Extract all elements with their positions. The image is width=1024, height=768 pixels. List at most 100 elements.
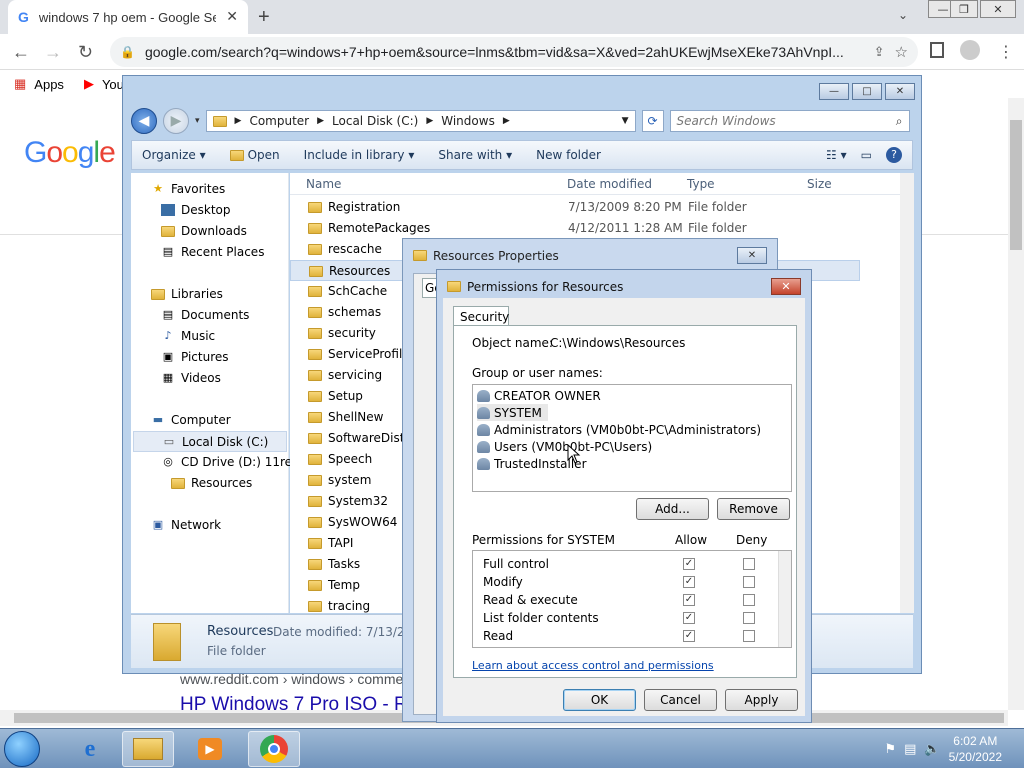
include-in-library-button[interactable]: Include in library ▾ (304, 148, 415, 162)
properties-close-button[interactable]: ✕ (737, 247, 767, 264)
profile-avatar[interactable] (960, 40, 980, 60)
close-tab-icon[interactable]: ✕ (226, 9, 238, 25)
menu-icon[interactable]: ⋮ (998, 42, 1014, 61)
deny-checkbox[interactable] (743, 594, 755, 606)
share-with-button[interactable]: Share with ▾ (438, 148, 512, 162)
deny-checkbox[interactable] (743, 612, 755, 624)
permissions-close-button[interactable]: ✕ (771, 278, 801, 295)
user-list-item[interactable]: Administrators (VM0b0bt-PC\Administrator… (477, 421, 767, 438)
network-tray-icon[interactable]: ▤ (904, 742, 916, 757)
taskbar-media[interactable]: ▶ (184, 731, 236, 767)
file-row[interactable]: RemotePackages 4/12/2011 1:28 AM File fold… (290, 218, 880, 239)
explorer-minimize-button[interactable]: — (819, 83, 849, 100)
crumb-computer[interactable]: Computer (249, 114, 309, 128)
deny-checkbox[interactable] (743, 630, 755, 642)
explorer-back-button[interactable]: ◀ (131, 108, 157, 134)
nav-local-disk[interactable]: ▭ Local Disk (C:) (133, 431, 287, 452)
file-name: Registration (308, 200, 400, 214)
deny-checkbox[interactable] (743, 576, 755, 588)
user-group-icon (477, 440, 490, 453)
allow-checkbox[interactable]: ✓ (683, 630, 695, 642)
address-dropdown-icon[interactable]: ▼ (622, 116, 629, 126)
action-center-flag-icon[interactable]: ⚑ (884, 742, 896, 757)
properties-title: Resources Properties (433, 249, 559, 263)
taskbar-ie[interactable]: e (64, 731, 116, 767)
file-name: servicing (308, 368, 382, 382)
restore-button[interactable]: ❐ (950, 0, 978, 18)
search-icon[interactable]: ⌕ (896, 114, 903, 129)
nav-pictures[interactable]: ▣ Pictures (161, 350, 229, 364)
organize-button[interactable]: Organize ▾ (142, 148, 206, 162)
nav-libraries[interactable]: Libraries (151, 287, 223, 301)
column-name[interactable]: Name (306, 177, 341, 191)
nav-network[interactable]: ▣ Network (151, 518, 221, 532)
nav-computer[interactable]: ▬ Computer (151, 413, 231, 427)
crumb-windows[interactable]: Windows (441, 114, 495, 128)
nav-music[interactable]: ♪ Music (161, 329, 215, 343)
nav-favorites[interactable]: ★ Favorites (151, 182, 225, 196)
nav-desktop[interactable]: Desktop (161, 203, 231, 217)
bookmark-youtube[interactable]: You (102, 77, 124, 92)
preview-pane-icon[interactable]: ▭ (861, 148, 872, 162)
nav-cd-drive[interactable]: ◎ CD Drive (D:) 11res (161, 455, 298, 469)
recent-pages-icon[interactable]: ▾ (195, 116, 200, 126)
add-button[interactable]: Add... (636, 498, 709, 520)
tab-security[interactable]: Security (453, 306, 509, 326)
explorer-maximize-button[interactable]: □ (852, 83, 882, 100)
apply-button[interactable]: Apply (725, 689, 798, 711)
desktop-icon (161, 204, 175, 216)
explorer-address-bar[interactable]: ▶ Computer ▶ Local Disk (C:) ▶ Windows ▶… (205, 110, 636, 132)
learn-more-link[interactable]: Learn about access control and permissio… (472, 659, 714, 672)
nav-documents[interactable]: ▤ Documents (161, 308, 250, 322)
close-window-button[interactable]: ✕ (980, 0, 1016, 18)
nav-downloads[interactable]: Downloads (161, 224, 247, 238)
permissions-for-label: Permissions for SYSTEM (472, 533, 615, 547)
volume-icon[interactable]: 🔈 (924, 742, 940, 757)
column-type[interactable]: Type (687, 177, 715, 191)
user-list-item[interactable]: SYSTEM (477, 404, 548, 421)
share-icon[interactable]: ⇪ (874, 45, 885, 60)
explorer-forward-button[interactable]: ▶ (163, 108, 189, 134)
page-scroll-thumb[interactable] (1010, 120, 1022, 250)
column-size[interactable]: Size (807, 177, 832, 191)
user-list-item[interactable]: CREATOR OWNER (477, 387, 607, 404)
view-options-icon[interactable]: ☷ ▾ (826, 148, 847, 162)
start-button[interactable] (4, 731, 40, 767)
tab-search-icon[interactable]: ⌄ (898, 8, 908, 22)
taskbar-chrome[interactable] (248, 731, 300, 767)
allow-checkbox[interactable]: ✓ (683, 612, 695, 624)
refresh-icon[interactable]: ⟳ (641, 110, 664, 132)
nav-recent-places[interactable]: ▤ Recent Places (161, 245, 265, 259)
new-tab-button[interactable]: + (258, 6, 270, 29)
file-list-scrollbar[interactable] (900, 173, 914, 613)
allow-checkbox[interactable]: ✓ (683, 594, 695, 606)
bookmark-apps[interactable]: Apps (34, 77, 64, 92)
user-list[interactable]: CREATOR OWNER SYSTEM Administrators (VM0b0… (472, 384, 792, 492)
open-button[interactable]: Open (229, 148, 280, 162)
file-row[interactable]: Registration 7/13/2009 8:20 PM File folder (290, 197, 880, 218)
nav-videos[interactable]: ▦ Videos (161, 371, 221, 385)
cancel-button[interactable]: Cancel (644, 689, 717, 711)
address-bar[interactable]: 🔒 google.com/search?q=windows+7+hp+oem&s… (110, 37, 918, 67)
nav-resources[interactable]: Resources (171, 476, 252, 490)
help-icon[interactable]: ? (886, 147, 902, 163)
google-logo[interactable]: Google (24, 136, 116, 170)
remove-button[interactable]: Remove (717, 498, 790, 520)
side-panel-icon[interactable] (930, 42, 944, 58)
forward-icon[interactable]: → (44, 42, 62, 63)
reload-icon[interactable]: ↻ (78, 42, 93, 63)
back-icon[interactable]: ← (12, 42, 30, 63)
bookmark-star-icon[interactable]: ☆ (895, 43, 908, 61)
deny-checkbox[interactable] (743, 558, 755, 570)
clock[interactable]: 6:02 AM 5/20/2022 (949, 733, 1002, 765)
allow-checkbox[interactable]: ✓ (683, 558, 695, 570)
column-date-modified[interactable]: Date modified (567, 177, 652, 191)
browser-tab[interactable]: G windows 7 hp oem - Google Sea ✕ (8, 0, 248, 34)
explorer-close-button[interactable]: ✕ (885, 83, 915, 100)
explorer-search-input[interactable]: Search Windows ⌕ (669, 110, 910, 132)
taskbar-explorer[interactable] (122, 731, 174, 767)
allow-checkbox[interactable]: ✓ (683, 576, 695, 588)
new-folder-button[interactable]: New folder (536, 148, 601, 162)
ok-button[interactable]: OK (563, 689, 636, 711)
crumb-localdisk[interactable]: Local Disk (C:) (332, 114, 418, 128)
